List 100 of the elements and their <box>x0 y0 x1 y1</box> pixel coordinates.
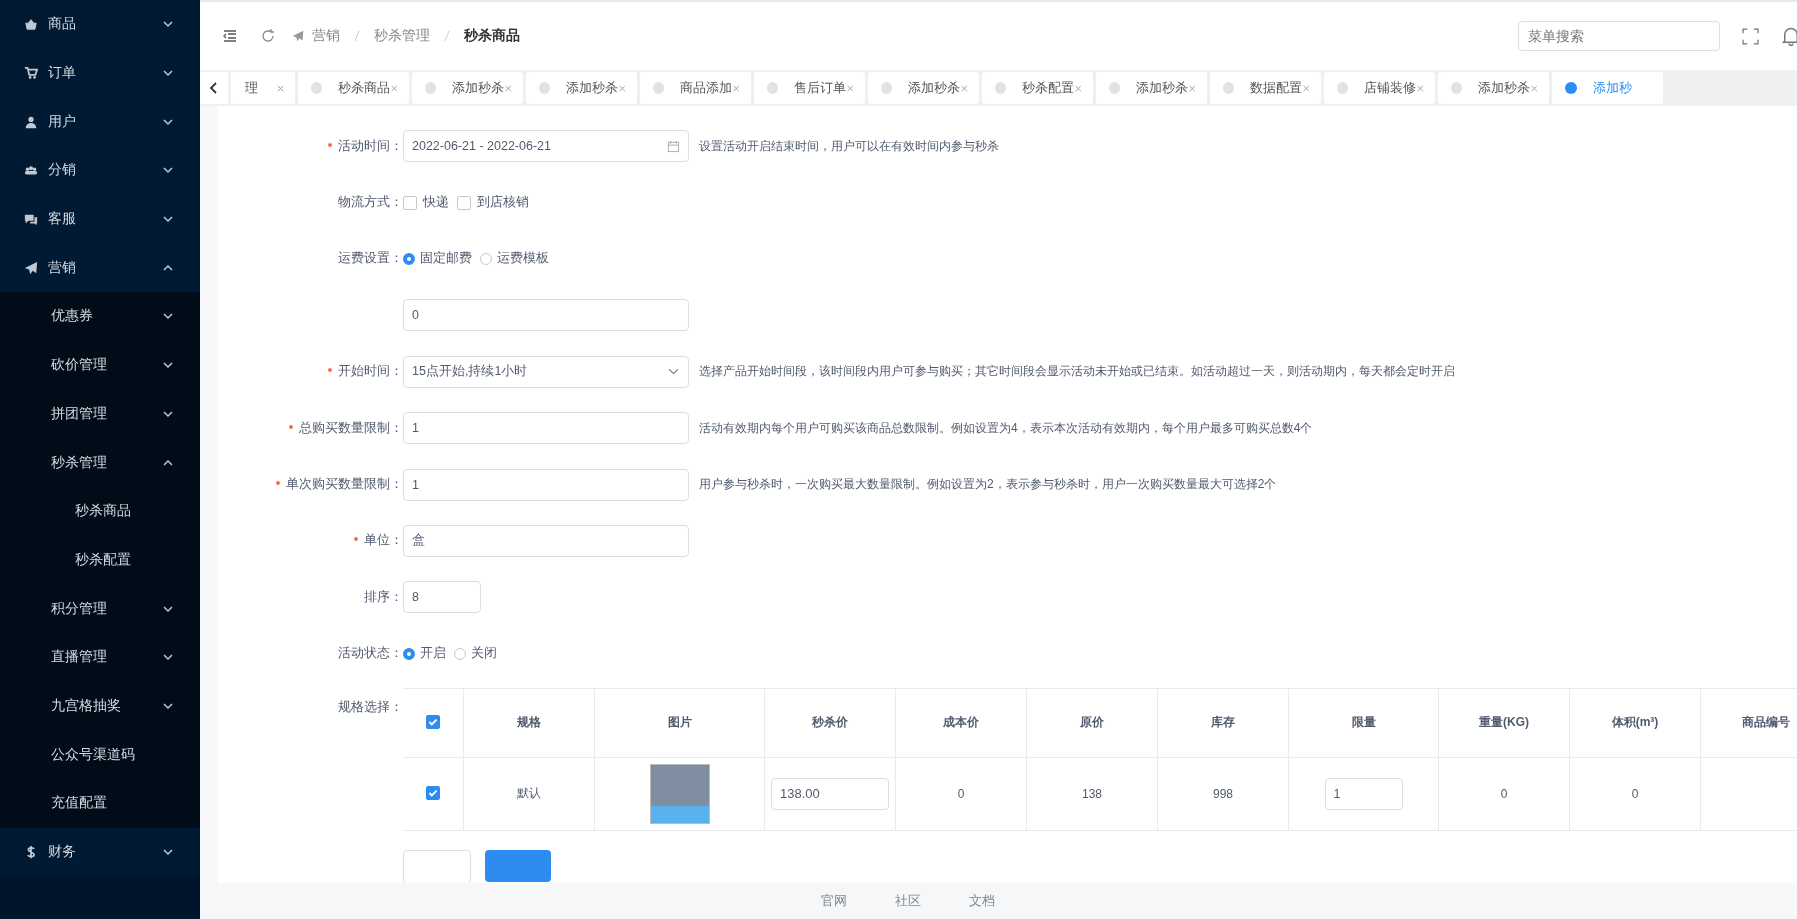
input-field[interactable]: 1 <box>403 412 689 445</box>
input-field[interactable]: 8 <box>403 581 481 614</box>
close-icon[interactable] <box>846 83 855 93</box>
calendar-icon <box>667 139 680 153</box>
sidebar-item[interactable]: 分销 <box>0 146 200 195</box>
page-tab[interactable]: 添加秒杀 <box>412 72 523 104</box>
checkbox-option[interactable]: 快递 <box>403 194 449 212</box>
input-field[interactable]: 1 <box>403 468 689 501</box>
page-tab[interactable]: 店铺装修 <box>1324 72 1435 104</box>
scroll-left-button[interactable] <box>200 72 228 104</box>
sidebar-item[interactable]: 秒杀商品 <box>0 486 200 536</box>
close-icon[interactable] <box>1188 83 1197 93</box>
user-icon <box>24 114 38 129</box>
breadcrumb-separator-icon <box>354 30 360 42</box>
column-header: 规格 <box>463 688 595 758</box>
footer-link[interactable]: 官网 <box>820 892 847 910</box>
sidebar-item[interactable]: 砍价管理 <box>0 340 200 390</box>
sidebar-item[interactable]: 秒杀配置 <box>0 535 200 585</box>
page-tab[interactable]: 秒杀配置 <box>982 72 1093 104</box>
footer-link[interactable]: 文档 <box>968 892 995 910</box>
sidebar-item[interactable]: 订单 <box>0 48 200 98</box>
sidebar-item[interactable]: 直播管理 <box>0 632 200 682</box>
sidebar-item[interactable]: 积分管理 <box>0 584 200 633</box>
radio-option[interactable]: 关闭 <box>454 645 497 663</box>
close-icon[interactable] <box>1074 83 1083 93</box>
product-photo-placeholder <box>649 763 710 824</box>
fullscreen-icon[interactable] <box>1742 27 1759 45</box>
bell-icon[interactable] <box>1781 26 1797 46</box>
cart-icon <box>24 66 38 81</box>
page-tab[interactable]: 理 <box>231 72 295 104</box>
page-tab[interactable]: 数据配置 <box>1210 72 1321 104</box>
menu-icon[interactable] <box>222 28 238 44</box>
breadcrumb-item[interactable]: 秒杀管理 <box>374 27 430 45</box>
sidebar-item[interactable]: 客服 <box>0 194 200 244</box>
input-field[interactable]: 盒 <box>403 524 689 557</box>
field-hint: 用户参与秒杀时，一次购买最大数量限制。例如设置为2，表示参与秒杀时，用户一次购买数量最大可选择2个 <box>699 476 1277 494</box>
field-label: 总购买数量限制： <box>299 420 403 435</box>
field-label: 单次购买数量限制： <box>286 477 403 492</box>
close-icon[interactable] <box>618 83 627 93</box>
field-label: 开始时间： <box>338 364 403 379</box>
footer-link[interactable]: 社区 <box>894 892 921 910</box>
refresh-icon[interactable] <box>260 28 276 44</box>
field-label: 活动状态： <box>338 646 403 661</box>
page-tab[interactable]: 商品添加 <box>640 72 751 104</box>
radio-option[interactable]: 运费模板 <box>480 250 549 268</box>
field-hint: 选择产品开始时间段，该时间段内用户可参与购买；其它时间段会显示活动未开始或已结束。如活动超过一天，则活动期内，每天都会定时开启 <box>699 363 1455 381</box>
field-label: 排序： <box>364 589 403 604</box>
basket-icon <box>24 17 38 32</box>
column-header: 成本价 <box>895 688 1027 758</box>
sidebar-item[interactable]: 用户 <box>0 97 200 147</box>
field-label: 活动时间： <box>338 138 403 153</box>
close-icon[interactable] <box>960 83 969 93</box>
page-tab[interactable]: 添加秒杀 <box>526 72 637 104</box>
radio-option[interactable]: 固定邮费 <box>403 250 472 268</box>
close-icon[interactable] <box>1530 83 1539 93</box>
radio-option[interactable]: 开启 <box>403 645 446 663</box>
sidebar-item[interactable]: 公众号渠道码 <box>0 730 200 779</box>
price-input[interactable]: 138.00 <box>771 777 889 810</box>
checkbox-option[interactable]: 到店核销 <box>457 194 529 212</box>
sidebar-item[interactable]: 拼团管理 <box>0 389 200 439</box>
sidebar-item[interactable]: 秒杀管理 <box>0 438 200 487</box>
page-tab[interactable]: 添加秒杀 <box>1096 72 1207 104</box>
sidebar-item[interactable]: 财务 <box>0 827 200 877</box>
field-hint: 设置活动开启结束时间，用户可以在有效时间内参与秒杀 <box>699 137 999 155</box>
close-icon[interactable] <box>276 83 285 93</box>
row-checkbox[interactable] <box>426 785 440 800</box>
select-all-checkbox[interactable] <box>426 714 440 729</box>
close-icon[interactable] <box>1416 83 1425 93</box>
table-cell: 0 <box>1438 757 1570 831</box>
table-cell: 0 <box>895 757 1027 831</box>
close-icon[interactable] <box>732 83 741 93</box>
close-icon[interactable] <box>1302 83 1311 93</box>
table-cell: 0 <box>1569 757 1701 831</box>
submit-button[interactable] <box>485 849 551 882</box>
paper-plane-icon <box>24 260 38 275</box>
limit-input[interactable]: 1 <box>1324 777 1403 810</box>
breadcrumb-item: 秒杀商品 <box>464 27 520 45</box>
breadcrumb-item[interactable]: 营销 <box>312 27 340 45</box>
sidebar-item[interactable]: 营销 <box>0 243 200 293</box>
sidebar-item[interactable]: 充值配置 <box>0 779 200 828</box>
input-field[interactable]: 0 <box>403 299 689 332</box>
field-label: 单位： <box>364 533 403 548</box>
form-button[interactable] <box>403 849 471 883</box>
column-header: 原价 <box>1026 688 1158 758</box>
sidebar-item[interactable]: 优惠券 <box>0 292 200 341</box>
page-tab[interactable]: 售后订单 <box>754 72 865 104</box>
page-tab[interactable]: 添加秒杀 <box>1438 72 1549 104</box>
sidebar-item[interactable]: 商品 <box>0 0 200 49</box>
close-icon[interactable] <box>390 83 399 93</box>
page-tab[interactable]: 秒杀商品 <box>298 72 409 104</box>
close-icon[interactable] <box>504 83 513 93</box>
page-tab[interactable]: 添加秒 <box>1552 72 1663 104</box>
date-range-field[interactable]: 2022-06-21 - 2022-06-21 <box>403 130 689 163</box>
page-tab[interactable]: 添加秒杀 <box>868 72 979 104</box>
field-hint: 活动有效期内每个用户可购买该商品总数限制。例如设置为4，表示本次活动有效期内，每个用户最多可购买总数4个 <box>699 419 1313 437</box>
table-cell: 138 <box>1026 757 1158 831</box>
menu-search-field[interactable]: 菜单搜索 <box>1518 21 1720 51</box>
time-select[interactable]: 15点开始,持续1小时 <box>403 355 689 388</box>
breadcrumb-separator-icon <box>444 30 450 42</box>
sidebar-item[interactable]: 九宫格抽奖 <box>0 681 200 731</box>
